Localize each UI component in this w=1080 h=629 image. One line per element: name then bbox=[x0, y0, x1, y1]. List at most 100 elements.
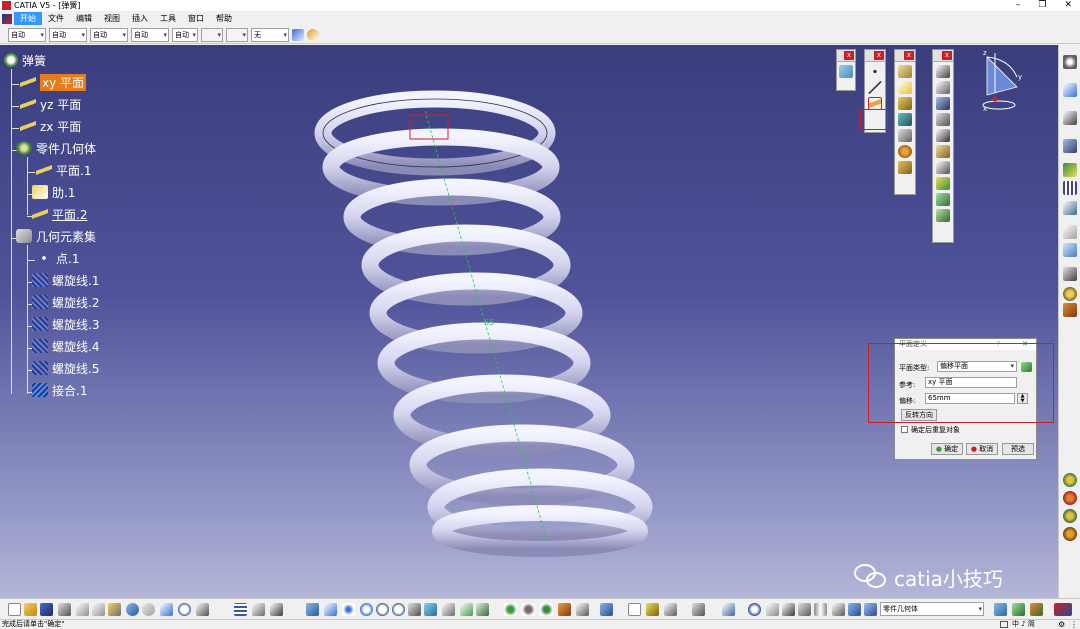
view-icon[interactable] bbox=[1063, 243, 1077, 257]
tree-item-zx-plane[interactable]: zx 平面 bbox=[20, 117, 81, 135]
swap-space-icon[interactable] bbox=[476, 603, 489, 616]
preview-button[interactable]: 预选 bbox=[1002, 443, 1034, 455]
pocket-icon[interactable] bbox=[898, 81, 912, 94]
paste-icon[interactable] bbox=[108, 603, 121, 616]
new-icon[interactable] bbox=[8, 603, 21, 616]
tree-item-xy-plane[interactable]: xy 平面 bbox=[20, 73, 87, 91]
save-icon[interactable] bbox=[40, 603, 53, 616]
render-icon[interactable] bbox=[1063, 303, 1077, 317]
thread-icon[interactable] bbox=[936, 145, 950, 158]
groove-icon[interactable] bbox=[898, 113, 912, 126]
view-mode-icon-3[interactable] bbox=[1030, 603, 1043, 616]
tree-item-plane1[interactable]: 平面.1 bbox=[36, 161, 91, 179]
3d-viewport[interactable]: 65 弹簧 xy 平面 yz 平面 zx 平面 零件几何体 平面.1 肋.1 平… bbox=[0, 45, 1058, 598]
workbench-combo[interactable]: 零件几何体 bbox=[880, 602, 984, 616]
apply-material-icon[interactable] bbox=[722, 603, 735, 616]
copy-icon[interactable] bbox=[92, 603, 105, 616]
constraints-icon[interactable] bbox=[522, 603, 535, 616]
thicken-icon[interactable] bbox=[936, 209, 950, 222]
open-icon[interactable] bbox=[24, 603, 37, 616]
zoom-area-icon[interactable] bbox=[1063, 201, 1077, 215]
line-type-combo[interactable]: 自动 bbox=[131, 27, 169, 42]
hide-show-icon[interactable] bbox=[460, 603, 473, 616]
pattern-icon[interactable] bbox=[600, 603, 613, 616]
settings-icon[interactable]: ⚙ bbox=[1058, 620, 1065, 629]
formula-icon[interactable] bbox=[270, 603, 283, 616]
sketcher-icon[interactable] bbox=[1063, 55, 1077, 69]
transparency-combo[interactable]: 自动 bbox=[49, 27, 87, 42]
material-icon-4[interactable] bbox=[1063, 527, 1077, 541]
fit-all-icon[interactable] bbox=[324, 603, 337, 616]
material-icon-3[interactable] bbox=[1063, 509, 1077, 523]
select-icon[interactable] bbox=[1063, 83, 1077, 97]
undo-icon[interactable] bbox=[126, 603, 139, 616]
redo-icon[interactable] bbox=[142, 603, 155, 616]
tree-item-helix1[interactable]: 螺旋线.1 bbox=[32, 271, 99, 289]
menu-start[interactable]: 开始 bbox=[14, 12, 42, 25]
pad-icon[interactable] bbox=[898, 65, 912, 78]
sketch-tools-icon[interactable] bbox=[540, 603, 553, 616]
sheet-icon[interactable] bbox=[628, 603, 641, 616]
painter-icon[interactable] bbox=[292, 28, 304, 41]
scale-icon[interactable] bbox=[798, 603, 811, 616]
tree-item-yz-plane[interactable]: yz 平面 bbox=[20, 95, 81, 113]
measure-icon[interactable] bbox=[782, 603, 795, 616]
close-icon[interactable]: x bbox=[874, 51, 884, 60]
table-icon[interactable] bbox=[234, 603, 247, 616]
print-icon[interactable] bbox=[58, 603, 71, 616]
fly-mode-icon[interactable] bbox=[306, 603, 319, 616]
hole-icon[interactable] bbox=[898, 129, 912, 142]
insert-body-icon[interactable] bbox=[664, 603, 677, 616]
material-icon-1[interactable] bbox=[1063, 473, 1077, 487]
tree-root[interactable]: 弹簧 bbox=[4, 51, 46, 69]
tree-item-join1[interactable]: 接合.1 bbox=[32, 381, 87, 399]
rib-icon[interactable] bbox=[898, 145, 912, 158]
line-icon[interactable] bbox=[868, 81, 882, 94]
tree-item-point1[interactable]: 点.1 bbox=[36, 249, 79, 267]
copy-format-icon[interactable] bbox=[307, 28, 319, 41]
remove-face-icon[interactable] bbox=[936, 161, 950, 174]
update-icon[interactable] bbox=[504, 603, 517, 616]
zoom-in-icon[interactable] bbox=[376, 603, 389, 616]
tree-item-helix4[interactable]: 螺旋线.4 bbox=[32, 337, 99, 355]
menu-tools[interactable]: 工具 bbox=[154, 12, 182, 25]
view-mode-icon-1[interactable] bbox=[994, 603, 1007, 616]
tree-item-rib1[interactable]: 肋.1 bbox=[32, 183, 75, 201]
transform-icon[interactable] bbox=[576, 603, 589, 616]
wheel-icon[interactable] bbox=[1063, 287, 1077, 301]
menu-edit[interactable]: 编辑 bbox=[70, 12, 98, 25]
slot-icon[interactable] bbox=[898, 161, 912, 174]
ok-button[interactable]: ● 确定 bbox=[931, 443, 963, 455]
cancel-button[interactable]: ● 取消 bbox=[966, 443, 998, 455]
tree-item-helix2[interactable]: 螺旋线.2 bbox=[32, 293, 99, 311]
line-weight-combo[interactable]: 自动 bbox=[172, 27, 198, 42]
menu-view[interactable]: 视图 bbox=[98, 12, 126, 25]
dimension-icon[interactable] bbox=[766, 603, 779, 616]
surface-icon[interactable] bbox=[839, 65, 853, 78]
tool-icon[interactable] bbox=[832, 603, 845, 616]
material-icon-2[interactable] bbox=[1063, 491, 1077, 505]
tree-expand-icon[interactable] bbox=[252, 603, 265, 616]
menu-help[interactable]: 帮助 bbox=[210, 12, 238, 25]
menu-file[interactable]: 文件 bbox=[42, 12, 70, 25]
cut-icon[interactable] bbox=[76, 603, 89, 616]
geometric-set-icon[interactable] bbox=[692, 603, 705, 616]
shaft-icon[interactable] bbox=[898, 97, 912, 110]
tree-item-plane2[interactable]: 平面.2 bbox=[32, 205, 87, 223]
point-symbol-combo[interactable] bbox=[201, 27, 223, 42]
rotate-icon[interactable] bbox=[360, 603, 373, 616]
layer-combo[interactable]: 无 bbox=[251, 27, 289, 42]
pan-icon[interactable] bbox=[342, 603, 355, 616]
boolean-icon[interactable] bbox=[558, 603, 571, 616]
menu-window[interactable]: 窗口 bbox=[182, 12, 210, 25]
menu-insert[interactable]: 插入 bbox=[126, 12, 154, 25]
close-icon[interactable]: x bbox=[844, 51, 854, 60]
repeat-checkbox[interactable] bbox=[901, 426, 908, 433]
constraint-icon[interactable] bbox=[1063, 163, 1077, 177]
help-icon[interactable] bbox=[160, 603, 173, 616]
chamfer-icon[interactable] bbox=[936, 81, 950, 94]
line-color-combo[interactable]: 自动 bbox=[90, 27, 128, 42]
iso-view-icon[interactable] bbox=[424, 603, 437, 616]
axis-icon[interactable] bbox=[1063, 225, 1077, 239]
draft-icon[interactable] bbox=[936, 97, 950, 110]
